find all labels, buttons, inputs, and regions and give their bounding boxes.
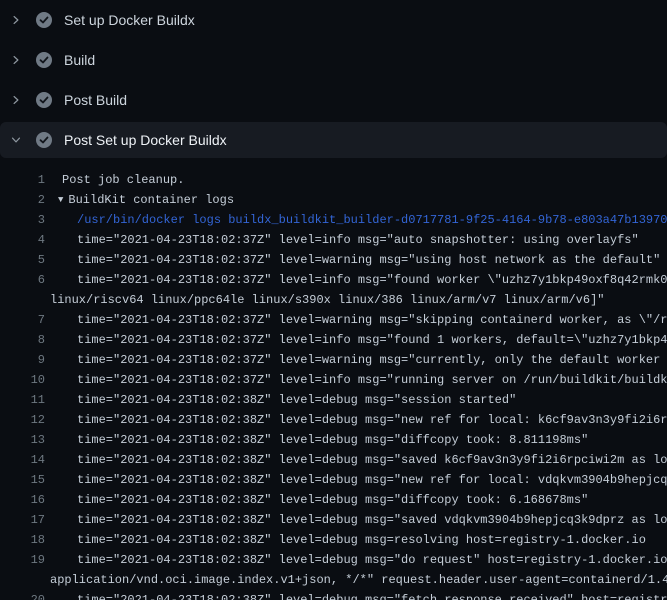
log-text: time="2021-04-23T18:02:37Z" level=warnin… — [77, 250, 660, 270]
log-row: 20 time="2021-04-23T18:02:38Z" level=debu… — [0, 590, 667, 600]
log-text: time="2021-04-23T18:02:38Z" level=debug … — [77, 530, 646, 550]
log-text: ▼ BuildKit container logs — [58, 190, 234, 210]
log-row: 9 time="2021-04-23T18:02:37Z" level=warni… — [0, 350, 667, 370]
log-row: 18 time="2021-04-23T18:02:38Z" level=debu… — [0, 530, 667, 550]
log-row: 14 time="2021-04-23T18:02:38Z" level=debu… — [0, 450, 667, 470]
log-text: time="2021-04-23T18:02:38Z" level=debug … — [77, 390, 516, 410]
line-number[interactable]: 10 — [0, 370, 45, 390]
step-label: Build — [64, 52, 95, 68]
chevron-down-icon — [10, 134, 22, 146]
log-text: time="2021-04-23T18:02:37Z" level=warnin… — [77, 350, 667, 370]
line-number[interactable]: 17 — [0, 510, 45, 530]
group-label[interactable]: BuildKit container logs — [68, 193, 234, 207]
line-number[interactable]: 13 — [0, 430, 45, 450]
line-number[interactable]: 18 — [0, 530, 45, 550]
chevron-right-icon — [10, 14, 22, 26]
log-text: time="2021-04-23T18:02:38Z" level=debug … — [77, 410, 667, 430]
log-row: 15 time="2021-04-23T18:02:38Z" level=debu… — [0, 470, 667, 490]
log-row: 16 time="2021-04-23T18:02:38Z" level=debu… — [0, 490, 667, 510]
check-circle-icon — [36, 92, 52, 108]
log-text: linux/riscv64 linux/ppc64le linux/s390x … — [50, 290, 605, 310]
line-number[interactable]: 19 — [0, 550, 45, 570]
log-text: time="2021-04-23T18:02:38Z" level=debug … — [77, 470, 667, 490]
log-row: 2 ▼ BuildKit container logs — [0, 190, 667, 210]
log-row: 5 time="2021-04-23T18:02:37Z" level=warni… — [0, 250, 667, 270]
log-text: time="2021-04-23T18:02:38Z" level=debug … — [77, 430, 588, 450]
line-number[interactable]: 2 — [0, 190, 45, 210]
line-number — [0, 570, 45, 590]
log-text: time="2021-04-23T18:02:38Z" level=debug … — [77, 450, 667, 470]
command-text: /usr/bin/docker logs buildx_buildkit_bui… — [77, 210, 667, 230]
log-text: time="2021-04-23T18:02:38Z" level=debug … — [77, 590, 667, 600]
line-number[interactable]: 1 — [0, 170, 45, 190]
log-text: time="2021-04-23T18:02:37Z" level=info m… — [77, 370, 667, 390]
log-text: time="2021-04-23T18:02:37Z" level=info m… — [77, 330, 667, 350]
log-text: time="2021-04-23T18:02:37Z" level=warnin… — [77, 310, 667, 330]
step-row-setup-docker-buildx[interactable]: Set up Docker Buildx — [0, 0, 667, 40]
line-number[interactable]: 15 — [0, 470, 45, 490]
log-row: 19 time="2021-04-23T18:02:38Z" level=debu… — [0, 550, 667, 570]
line-number[interactable]: 16 — [0, 490, 45, 510]
line-number[interactable]: 14 — [0, 450, 45, 470]
log-row: 1 Post job cleanup. — [0, 170, 667, 190]
line-number[interactable]: 9 — [0, 350, 45, 370]
log-row: 13 time="2021-04-23T18:02:38Z" level=debu… — [0, 430, 667, 450]
log-text: time="2021-04-23T18:02:38Z" level=debug … — [77, 490, 588, 510]
line-number[interactable]: 20 — [0, 590, 45, 600]
log-row: 17 time="2021-04-23T18:02:38Z" level=debu… — [0, 510, 667, 530]
line-number — [0, 290, 45, 310]
line-number[interactable]: 12 — [0, 410, 45, 430]
check-circle-icon — [36, 12, 52, 28]
line-number[interactable]: 7 — [0, 310, 45, 330]
log-text: time="2021-04-23T18:02:37Z" level=info m… — [77, 270, 667, 290]
log-text: time="2021-04-23T18:02:37Z" level=info m… — [77, 230, 639, 250]
step-row-build[interactable]: Build — [0, 40, 667, 80]
log-row: 6 time="2021-04-23T18:02:37Z" level=info … — [0, 270, 667, 290]
log-row: 11 time="2021-04-23T18:02:38Z" level=debu… — [0, 390, 667, 410]
line-number[interactable]: 8 — [0, 330, 45, 350]
log-text: application/vnd.oci.image.index.v1+json,… — [50, 570, 667, 590]
log-row: 12 time="2021-04-23T18:02:38Z" level=debu… — [0, 410, 667, 430]
log-row: 3/usr/bin/docker logs buildx_buildkit_bu… — [0, 210, 667, 230]
line-number[interactable]: 6 — [0, 270, 45, 290]
log-text: time="2021-04-23T18:02:38Z" level=debug … — [77, 510, 667, 530]
check-circle-icon — [36, 132, 52, 148]
step-row-post-build[interactable]: Post Build — [0, 80, 667, 120]
log-text: Post job cleanup. — [62, 170, 184, 190]
line-number[interactable]: 5 — [0, 250, 45, 270]
step-label: Set up Docker Buildx — [64, 12, 195, 28]
step-log-output: 1 Post job cleanup. 2 ▼ BuildKit container l… — [0, 158, 667, 600]
chevron-right-icon — [10, 54, 22, 66]
log-text: time="2021-04-23T18:02:38Z" level=debug … — [77, 550, 667, 570]
step-label: Post Set up Docker Buildx — [64, 132, 227, 148]
log-row: 10 time="2021-04-23T18:02:37Z" level=info… — [0, 370, 667, 390]
line-number[interactable]: 11 — [0, 390, 45, 410]
log-row: linux/riscv64 linux/ppc64le linux/s390x … — [0, 290, 667, 310]
log-row: 8 time="2021-04-23T18:02:37Z" level=info … — [0, 330, 667, 350]
log-row: application/vnd.oci.image.index.v1+json,… — [0, 570, 667, 590]
collapse-triangle-icon[interactable]: ▼ — [58, 190, 63, 210]
chevron-right-icon — [10, 94, 22, 106]
log-row: 7 time="2021-04-23T18:02:37Z" level=warni… — [0, 310, 667, 330]
step-label: Post Build — [64, 92, 127, 108]
job-steps-list: Set up Docker Buildx Build Post Build Po… — [0, 0, 667, 158]
step-row-post-setup-docker-buildx[interactable]: Post Set up Docker Buildx — [0, 122, 667, 158]
log-row: 4 time="2021-04-23T18:02:37Z" level=info … — [0, 230, 667, 250]
line-number[interactable]: 3 — [0, 210, 45, 230]
line-number[interactable]: 4 — [0, 230, 45, 250]
check-circle-icon — [36, 52, 52, 68]
